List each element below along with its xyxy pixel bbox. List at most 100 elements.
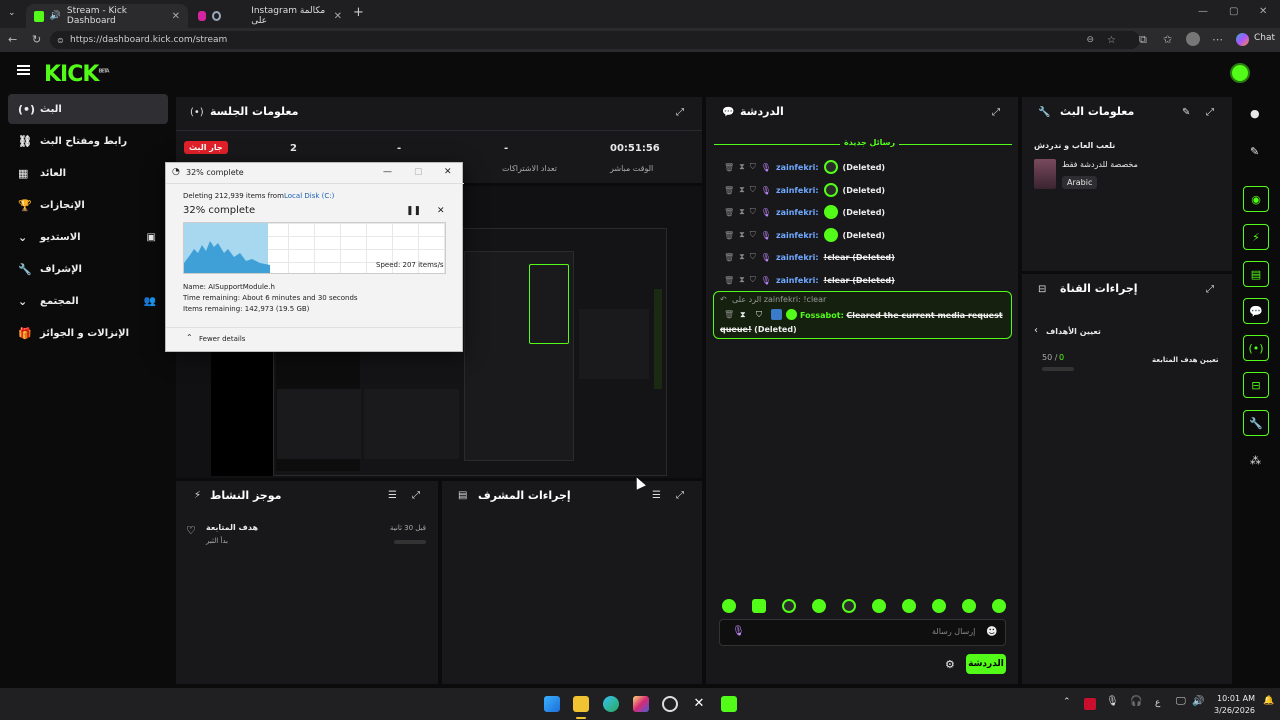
timeout-icon[interactable]: ⧗ bbox=[739, 230, 745, 240]
send-chat-button[interactable]: الدردشة bbox=[966, 654, 1006, 674]
file-explorer-icon[interactable] bbox=[573, 696, 589, 712]
network-icon[interactable]: 🖵 bbox=[1176, 696, 1186, 707]
chevron-up-icon[interactable]: ⌃ bbox=[186, 333, 193, 342]
url-input[interactable]: ⊜ https://dashboard.kick.com/stream ⊖ ☆ bbox=[50, 31, 1140, 49]
close-window-icon[interactable]: ✕ bbox=[1259, 6, 1267, 17]
edge-icon[interactable] bbox=[603, 696, 619, 712]
emote-icon[interactable] bbox=[752, 599, 766, 613]
set-goals-link[interactable]: تعيين الأهداف bbox=[1046, 327, 1101, 336]
chat-username[interactable]: zainfekri: bbox=[776, 208, 819, 217]
sidebar-item-studio[interactable]: ⌄ الاستديو ▣ bbox=[8, 222, 168, 252]
emote-icon[interactable] bbox=[842, 599, 856, 613]
more-menu-icon[interactable]: ⋯ bbox=[1212, 33, 1223, 46]
emote-icon[interactable] bbox=[872, 599, 886, 613]
tab-kick-dashboard[interactable]: 🔊 Stream - Kick Dashboard ✕ bbox=[26, 4, 188, 28]
tab-list-dropdown-icon[interactable]: ⌄ bbox=[8, 8, 16, 18]
wrench-action-icon[interactable]: 🔧 bbox=[1243, 410, 1269, 436]
ban-icon[interactable]: ⛉ bbox=[750, 252, 756, 262]
tab-instagram[interactable]: Instagram مكالمة على ✕ bbox=[190, 4, 350, 28]
tray-app-icon[interactable] bbox=[1084, 698, 1096, 710]
site-info-icon[interactable]: ⊜ bbox=[57, 36, 64, 45]
sidebar-item-community[interactable]: ⌄ المجتمع 👥 bbox=[8, 286, 168, 316]
reading-mode-icon[interactable]: ⊖ bbox=[1086, 35, 1094, 45]
emoji-icon[interactable]: ☻ bbox=[986, 625, 997, 638]
extensions-icon[interactable]: ⧉ bbox=[1139, 33, 1147, 47]
chat-username[interactable]: zainfekri: bbox=[776, 231, 819, 240]
chat-message[interactable]: 🗑 ⧗ ⛉ 🎙 zainfekri: !clear (Deleted) bbox=[724, 272, 1004, 288]
emote-icon[interactable] bbox=[932, 599, 946, 613]
share-icon[interactable]: ⁂ bbox=[1250, 454, 1261, 467]
delete-icon[interactable]: 🗑 bbox=[724, 276, 734, 285]
layout-action-icon[interactable]: ⊟ bbox=[1243, 372, 1269, 398]
chat-username[interactable]: zainfekri: bbox=[776, 276, 819, 285]
windows-start-icon[interactable] bbox=[544, 696, 560, 712]
timeout-icon[interactable]: ⧗ bbox=[739, 162, 745, 172]
maximize-window-icon[interactable]: ▢ bbox=[1229, 6, 1238, 17]
back-icon[interactable]: ← bbox=[8, 33, 17, 46]
reload-icon[interactable]: ↻ bbox=[32, 33, 41, 46]
timeout-icon[interactable]: ⧗ bbox=[739, 275, 745, 285]
delete-icon[interactable]: 🗑 bbox=[724, 253, 734, 262]
sidebar-item-stream[interactable]: (•) البث bbox=[8, 94, 168, 124]
expand-icon[interactable]: ⤢ bbox=[412, 490, 420, 501]
close-tab-icon[interactable]: ✕ bbox=[172, 11, 180, 22]
user-avatar[interactable] bbox=[1230, 63, 1250, 83]
broadcast-action-icon[interactable]: (•) bbox=[1243, 335, 1269, 361]
sidebar-item-moderation[interactable]: 🔧 الإشراف bbox=[8, 254, 168, 284]
emote-icon[interactable] bbox=[992, 599, 1006, 613]
emote-icon[interactable] bbox=[782, 599, 796, 613]
sidebar-item-stream-key[interactable]: ⛓ رابط ومفتاح البث bbox=[8, 126, 168, 156]
expand-icon[interactable]: ⤢ bbox=[676, 107, 684, 118]
keyboard-language[interactable]: ع bbox=[1155, 698, 1160, 708]
emote-icon[interactable] bbox=[962, 599, 976, 613]
emote-icon[interactable] bbox=[722, 599, 736, 613]
chat-action-icon[interactable]: 💬 bbox=[1243, 298, 1269, 324]
chatgpt-icon[interactable] bbox=[662, 696, 678, 712]
info-icon[interactable]: ● bbox=[1250, 107, 1260, 120]
minimize-window-icon[interactable]: — bbox=[1198, 6, 1208, 17]
sidebar-item-achievements[interactable]: 🏆 الإنجازات bbox=[8, 190, 168, 220]
clock-time[interactable]: 10:01 AM bbox=[1217, 694, 1255, 703]
sidebar-item-drops[interactable]: 🎁 الإنزالات و الجوائز bbox=[8, 318, 168, 348]
pause-icon[interactable]: ❚❚ bbox=[406, 206, 421, 216]
edit-icon[interactable]: ✎ bbox=[1250, 145, 1259, 158]
ban-icon[interactable]: ⛉ bbox=[750, 230, 756, 240]
expand-icon[interactable]: ⤢ bbox=[1206, 107, 1214, 118]
clock-date[interactable]: 3/26/2026 bbox=[1214, 706, 1255, 715]
cancel-icon[interactable]: ✕ bbox=[437, 206, 445, 216]
ban-icon[interactable]: ⛉ bbox=[750, 185, 756, 195]
chat-username[interactable]: zainfekri: bbox=[776, 253, 819, 262]
lightning-action-icon[interactable]: ⚡ bbox=[1243, 224, 1269, 250]
instagram-icon[interactable] bbox=[633, 696, 649, 712]
chat-message[interactable]: 🗑 ⧗ ⛉ 🎙 zainfekri: (Deleted) bbox=[724, 204, 1004, 220]
chat-username[interactable]: zainfekri: bbox=[776, 186, 819, 195]
delete-icon[interactable]: 🗑 bbox=[724, 208, 734, 217]
timeout-icon[interactable]: ⧗ bbox=[739, 185, 745, 195]
copilot-icon[interactable] bbox=[1236, 33, 1249, 46]
document-action-icon[interactable]: ▤ bbox=[1243, 261, 1269, 287]
dialog-close-icon[interactable]: ✕ bbox=[444, 167, 452, 177]
tray-mic-icon[interactable]: 🎙 bbox=[1106, 696, 1119, 707]
chat-button[interactable]: Chat bbox=[1254, 33, 1275, 43]
location-link[interactable]: Local Disk (C:) bbox=[284, 192, 334, 200]
expand-icon[interactable]: ⤢ bbox=[676, 490, 684, 501]
chat-message[interactable]: 🗑 ⧗ ⛉ 🎙 zainfekri: !clear (Deleted) bbox=[724, 249, 1004, 265]
camera-action-icon[interactable]: ◉ bbox=[1243, 186, 1269, 212]
timeout-icon[interactable]: ⧗ bbox=[739, 252, 745, 262]
ban-icon[interactable]: ⛉ bbox=[750, 207, 756, 217]
timeout-icon[interactable]: ⧗ bbox=[739, 207, 745, 217]
delete-icon[interactable]: 🗑 bbox=[724, 231, 734, 240]
bot-username[interactable]: Fossabot: bbox=[800, 311, 844, 320]
chat-username[interactable]: zainfekri: bbox=[776, 163, 819, 172]
delete-icon[interactable]: 🗑 bbox=[724, 163, 734, 172]
volume-icon[interactable]: 🔊 bbox=[1192, 696, 1204, 707]
favorite-star-icon[interactable]: ☆ bbox=[1107, 35, 1116, 46]
emote-icon[interactable] bbox=[902, 599, 916, 613]
favorites-icon[interactable]: ✩ bbox=[1163, 33, 1172, 46]
emote-icon[interactable] bbox=[812, 599, 826, 613]
edit-pencil-icon[interactable]: ✎ bbox=[1182, 107, 1190, 118]
dialog-maximize-icon[interactable]: ▢ bbox=[414, 167, 423, 177]
tray-chevron-up-icon[interactable]: ⌃ bbox=[1063, 697, 1071, 707]
kick-app-icon[interactable] bbox=[721, 696, 737, 712]
hamburger-menu-icon[interactable] bbox=[17, 65, 30, 75]
